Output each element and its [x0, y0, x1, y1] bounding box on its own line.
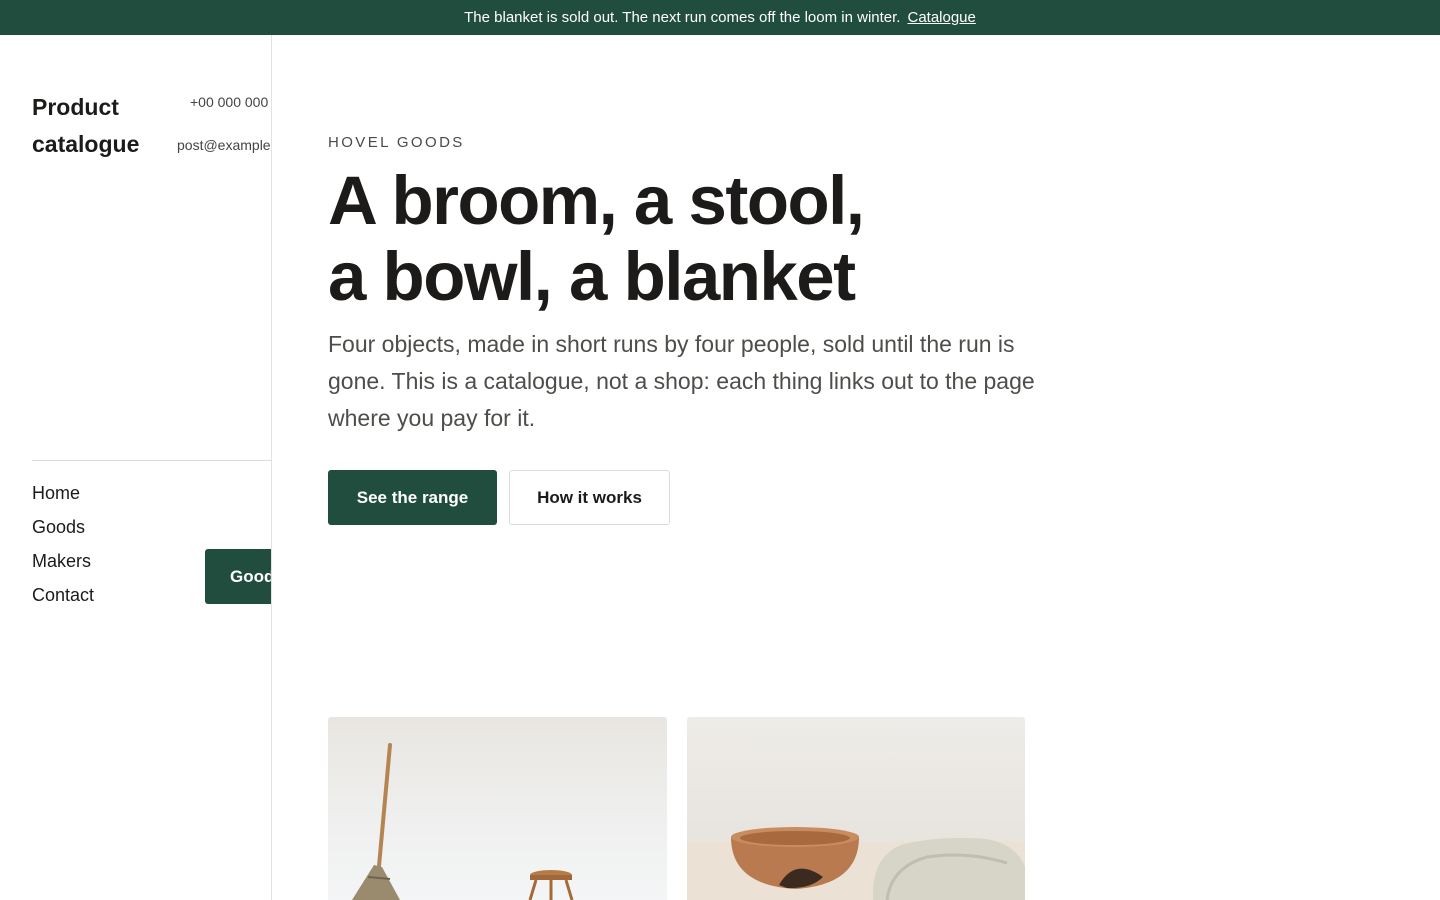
hero-headline-line-2: a bowl, a blanket [328, 238, 856, 315]
sidebar-item-contact[interactable]: Contact [32, 578, 94, 612]
contact-email[interactable]: post@example [177, 137, 271, 153]
contact-phone[interactable]: +00 000 000 [190, 94, 268, 110]
how-it-works-button[interactable]: How it works [509, 470, 670, 525]
announcement-bar: The blanket is sold out. The next run co… [0, 0, 1440, 35]
sidebar-item-makers[interactable]: Makers [32, 544, 94, 578]
announcement-catalogue-link[interactable]: Catalogue [907, 9, 975, 26]
sidebar-nav: Home Goods Makers Contact [32, 476, 94, 612]
brand-title[interactable]: Product catalogue [32, 89, 172, 163]
bowl-and-blanket-photo [687, 827, 1025, 900]
announcement-text: The blanket is sold out. The next run co… [464, 9, 901, 26]
sidebar-goods-button[interactable]: Goods [205, 549, 271, 604]
sidebar: Product catalogue +00 000 000 post@examp… [0, 35, 272, 900]
see-the-range-button[interactable]: See the range [328, 470, 497, 525]
sidebar-item-goods[interactable]: Goods [32, 510, 94, 544]
broom-and-stool-photo [352, 743, 574, 900]
sidebar-divider [32, 460, 271, 461]
hero-eyebrow: HOVEL GOODS [328, 134, 465, 151]
product-card-broom-stool[interactable] [328, 717, 667, 900]
main-content: HOVEL GOODS A broom, a stool, a bowl, a … [272, 35, 1440, 900]
hero-headline-line-1: A broom, a stool, [328, 162, 865, 239]
product-card-bowl-blanket[interactable] [687, 717, 1025, 900]
sidebar-item-home[interactable]: Home [32, 476, 94, 510]
hero-headline: A broom, a stool, a bowl, a blanket [328, 163, 1088, 315]
hero-lede: Four objects, made in short runs by four… [328, 331, 1035, 431]
